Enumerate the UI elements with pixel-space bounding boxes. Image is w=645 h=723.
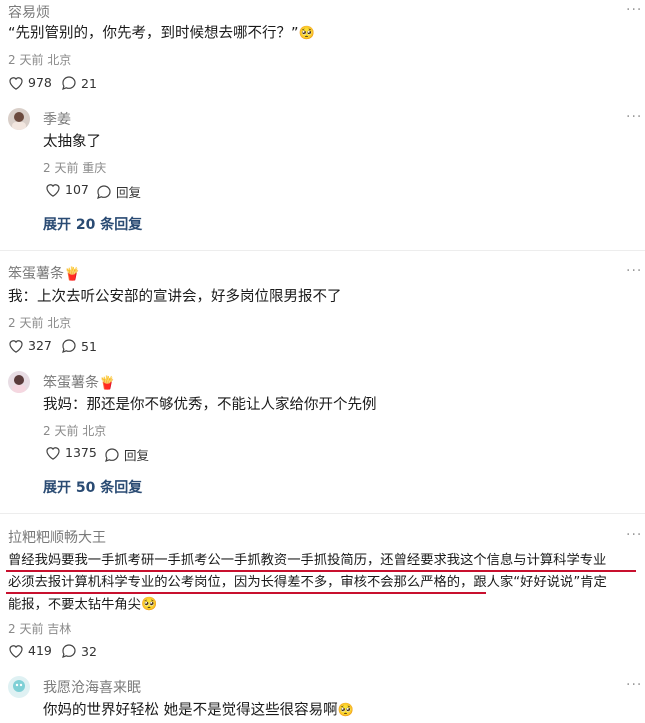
more-options-icon[interactable]: ··· (626, 527, 642, 543)
expand-replies-link[interactable]: 展开 20 条回复 (43, 214, 142, 234)
divider (0, 250, 645, 251)
reply-text: 太抽象了 (43, 134, 101, 150)
comment-author-name: 笨蛋薯条 (8, 266, 64, 282)
reply-text-body: 你妈的世界好轻松 她是不是觉得这些很容易啊 (43, 702, 338, 719)
more-options-icon[interactable]: ··· (626, 109, 642, 125)
emoji-icon: 🥺 (337, 703, 354, 718)
divider (0, 513, 645, 514)
heart-icon (9, 77, 23, 90)
comment-text-body: 能报，不要太钻牛角尖 (8, 597, 141, 613)
fries-emoji-icon: 🍟 (64, 266, 81, 282)
comment-bubble-icon (105, 447, 119, 462)
reply-label: 回复 (124, 448, 150, 463)
comment-bubble-icon (62, 644, 76, 658)
reply-count-button[interactable]: 21 (61, 75, 97, 91)
more-options-icon[interactable]: ··· (626, 677, 642, 693)
like-count: 107 (65, 182, 89, 197)
heart-icon (9, 340, 23, 353)
like-count: 419 (28, 643, 52, 658)
avatar[interactable] (8, 371, 30, 393)
reply-count: 32 (81, 643, 97, 659)
reply-author[interactable]: 季姜 (43, 109, 71, 129)
expand-replies-link[interactable]: 展开 50 条回复 (43, 477, 142, 497)
emoji-icon: 🥺 (298, 26, 315, 41)
like-count: 978 (28, 75, 52, 90)
comment-text-line: 曾经我妈要我一手抓考研一手抓考公一手抓教资一手抓投简历，还曾经要求我这个信息与计… (8, 553, 607, 568)
comment-text: “先别管别的，你先考，到时候想去哪不行？”🥺 (8, 22, 315, 46)
comment-text-body: “先别管别的，你先考，到时候想去哪不行？” (8, 25, 299, 42)
reply-count: 51 (81, 338, 97, 354)
reply-author[interactable]: 我愿沧海喜来眠 (43, 677, 141, 697)
comment-text-line: 必须去报计算机科学专业的公考岗位，因为长得差不多，审核不会那么严格的，跟人家“好… (8, 575, 607, 590)
reply-count: 21 (81, 75, 97, 91)
comment-bubble-icon (62, 339, 76, 353)
comment-author[interactable]: 笨蛋薯条🍟 (8, 263, 80, 283)
like-button[interactable]: 107 (45, 182, 89, 197)
reply-count-button[interactable]: 32 (61, 643, 97, 659)
comment-text: 我：上次去听公安部的宣讲会，好多岗位限男报不了 (8, 289, 342, 305)
like-button[interactable]: 1375 (45, 445, 97, 460)
reply-button[interactable]: 回复 (96, 182, 141, 201)
more-options-icon[interactable]: ··· (626, 263, 642, 279)
emoji-icon: 🥺 (140, 597, 158, 612)
reply-author-name: 笨蛋薯条 (43, 375, 99, 391)
fries-emoji-icon: 🍟 (99, 375, 116, 391)
reply-author[interactable]: 笨蛋薯条🍟 (43, 372, 115, 392)
comment-meta: 2 天前 北京 (8, 53, 72, 67)
reply-text: 我妈：那还是你不够优秀，不能让人家给你开个先例 (43, 397, 377, 413)
like-button[interactable]: 419 (8, 643, 52, 658)
reply-meta: 2 天前 北京 (43, 424, 107, 438)
heart-icon (9, 645, 23, 658)
comment-author[interactable]: 容易烦 (8, 2, 50, 22)
reply-meta: 2 天前 重庆 (43, 161, 107, 175)
comment-bubble-icon (97, 184, 111, 199)
reply-button[interactable]: 回复 (104, 445, 149, 464)
reply-count-button[interactable]: 51 (61, 338, 97, 354)
comment-meta: 2 天前 北京 (8, 316, 72, 330)
reply-label: 回复 (116, 185, 142, 200)
more-options-icon[interactable]: ··· (626, 2, 642, 18)
like-count: 1375 (65, 445, 97, 460)
like-button[interactable]: 327 (8, 338, 52, 353)
avatar[interactable] (8, 676, 30, 698)
comment-text-line: 能报，不要太钻牛角尖🥺 (8, 593, 157, 617)
reply-text: 你妈的世界好轻松 她是不是觉得这些很容易啊🥺 (43, 699, 354, 723)
heart-icon (46, 447, 60, 460)
comment-meta: 2 天前 吉林 (8, 622, 72, 636)
heart-icon (46, 184, 60, 197)
like-button[interactable]: 978 (8, 75, 52, 90)
like-count: 327 (28, 338, 52, 353)
comment-bubble-icon (62, 76, 76, 90)
avatar[interactable] (8, 108, 30, 130)
comment-author[interactable]: 拉粑粑顺畅大王 (8, 527, 106, 547)
